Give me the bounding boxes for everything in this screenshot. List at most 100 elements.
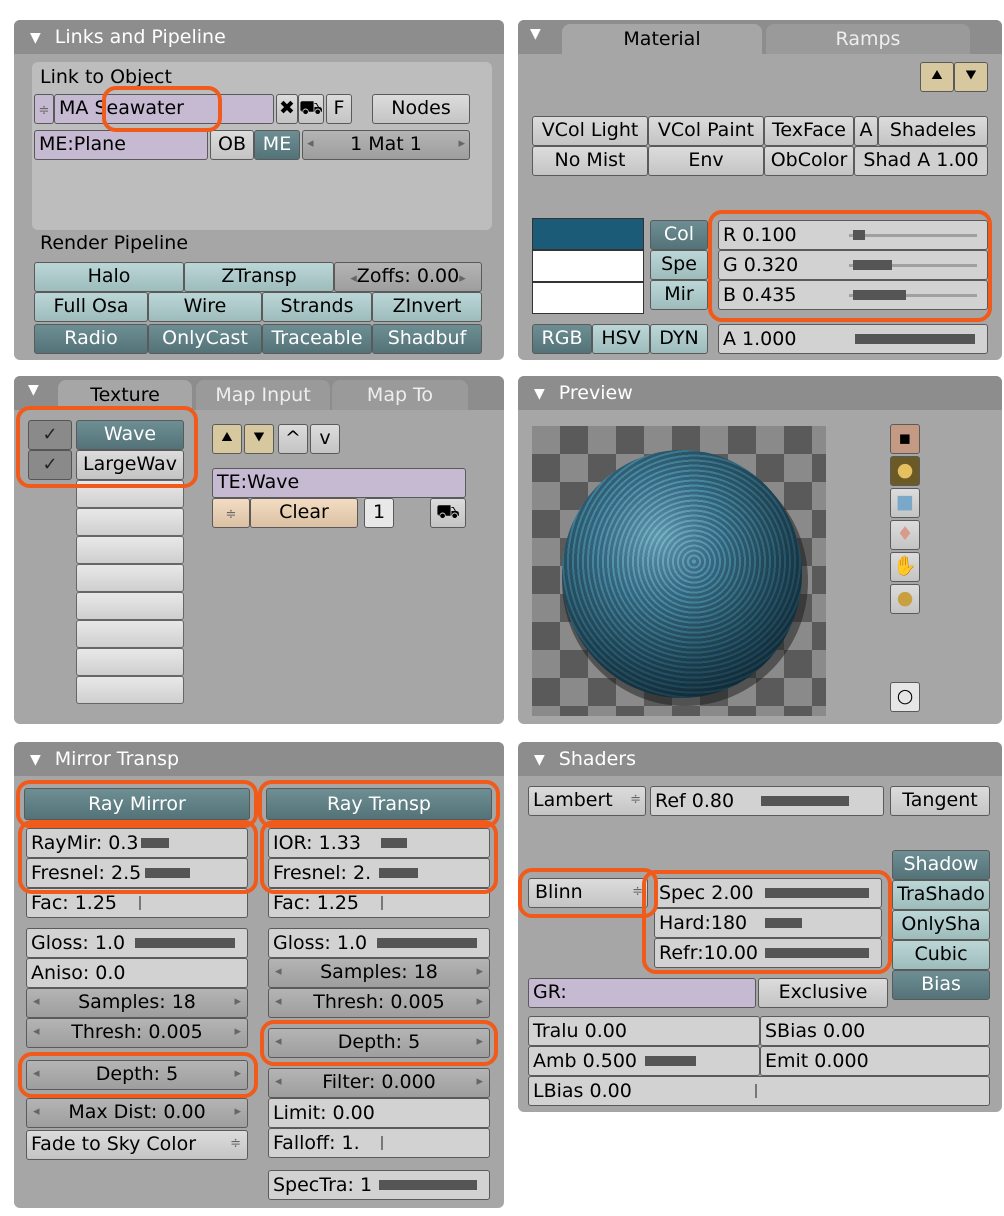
texture-browse-button[interactable]: ≑: [212, 498, 250, 528]
preview-monkey-button[interactable]: ♦: [890, 520, 920, 550]
left-arrow-icon[interactable]: ◂: [269, 1069, 282, 1095]
shadeless-button[interactable]: Shadeles: [878, 116, 988, 146]
users-count[interactable]: 1: [364, 498, 394, 528]
left-arrow-icon[interactable]: ◂: [27, 1061, 40, 1087]
full-osa-button[interactable]: Full Osa: [34, 292, 148, 322]
thresh-transp-field[interactable]: ◂ Thresh: 0.005 ▸: [268, 988, 490, 1018]
tab-ramps[interactable]: Ramps: [766, 24, 970, 54]
diffuse-shader-select[interactable]: Lambert ≑: [528, 786, 646, 816]
right-arrow-icon[interactable]: ▸: [234, 1019, 247, 1045]
clear-button[interactable]: Clear: [250, 498, 358, 528]
right-arrow-icon[interactable]: ▸: [234, 989, 247, 1015]
col-swatch[interactable]: [532, 218, 644, 250]
texture-slot-empty[interactable]: [76, 564, 184, 592]
gloss-mirror-slider[interactable]: Gloss: 1.0: [26, 928, 248, 958]
move-down-button[interactable]: v: [310, 424, 340, 454]
left-arrow-icon[interactable]: ◂: [303, 131, 314, 157]
refr-slider[interactable]: Refr:10.00: [654, 938, 882, 968]
onlyshadow-button[interactable]: OnlySha: [892, 910, 990, 940]
fresnel-mirror-slider[interactable]: Fresnel: 2.5: [26, 858, 248, 888]
b-slider[interactable]: B 0.435: [718, 280, 988, 310]
f-button[interactable]: F: [326, 94, 352, 124]
exclusive-button[interactable]: Exclusive: [758, 978, 888, 1008]
left-arrow-icon[interactable]: ◂: [27, 989, 40, 1015]
collapse-triangle-icon[interactable]: ▼: [28, 382, 39, 398]
paste-down-button[interactable]: ⯆: [244, 424, 274, 454]
left-arrow-icon[interactable]: ◂: [269, 989, 282, 1015]
collapse-triangle-icon[interactable]: ▼: [534, 377, 545, 411]
zinvert-button[interactable]: ZInvert: [372, 292, 482, 322]
texture-slot-empty[interactable]: [76, 536, 184, 564]
texture-slot-2[interactable]: LargeWav: [76, 450, 184, 480]
col-button[interactable]: Col: [650, 220, 708, 250]
env-button[interactable]: Env: [648, 146, 764, 176]
radio-button[interactable]: Radio: [34, 324, 148, 354]
mir-button[interactable]: Mir: [650, 280, 708, 310]
ref-slider[interactable]: Ref 0.80: [650, 786, 884, 816]
thresh-mirror-field[interactable]: ◂ Thresh: 0.005 ▸: [26, 1018, 248, 1048]
nodes-button[interactable]: Nodes: [372, 94, 470, 124]
mat-index-field[interactable]: ◂ 1 Mat 1 ▸: [302, 130, 470, 160]
right-arrow-icon[interactable]: ▸: [234, 1099, 247, 1125]
aniso-slider[interactable]: Aniso: 0.0: [26, 958, 248, 988]
rgb-button[interactable]: RGB: [532, 324, 592, 354]
filter-field[interactable]: ◂ Filter: 0.000 ▸: [268, 1068, 490, 1098]
ob-button[interactable]: OB: [210, 130, 254, 160]
left-arrow-icon[interactable]: ◂: [27, 1099, 40, 1125]
preview-header[interactable]: ▼ Preview: [518, 376, 1002, 410]
texture-slot-empty[interactable]: [76, 480, 184, 508]
shadbuf-button[interactable]: Shadbuf: [372, 324, 482, 354]
texture-slot-empty[interactable]: [76, 508, 184, 536]
right-arrow-icon[interactable]: ▸: [476, 1029, 489, 1055]
emit-slider[interactable]: Emit 0.000: [760, 1046, 990, 1076]
spe-swatch[interactable]: [532, 250, 644, 282]
depth-mirror-field[interactable]: ◂ Depth: 5 ▸: [26, 1060, 248, 1090]
shadow-button[interactable]: Shadow: [892, 850, 990, 880]
hard-slider[interactable]: Hard:180: [654, 908, 882, 938]
ray-transp-button[interactable]: Ray Transp: [266, 788, 492, 820]
material-browse-button[interactable]: ≑: [34, 94, 54, 124]
texture-name-field[interactable]: TE:Wave: [212, 468, 466, 498]
collapse-triangle-icon[interactable]: ▼: [530, 26, 541, 42]
falloff-slider[interactable]: Falloff: 1.: [268, 1128, 490, 1158]
tralu-slider[interactable]: Tralu 0.00: [528, 1016, 760, 1046]
traceable-button[interactable]: Traceable: [262, 324, 372, 354]
right-arrow-icon[interactable]: ▸: [458, 131, 469, 157]
fac-mirror-slider[interactable]: Fac: 1.25: [26, 888, 248, 918]
spec-shader-select[interactable]: Blinn ≑: [528, 878, 648, 908]
links-pipeline-header[interactable]: ▼ Links and Pipeline: [14, 20, 504, 54]
amb-slider[interactable]: Amb 0.500: [528, 1046, 760, 1076]
copy-up-button[interactable]: ⯅: [212, 424, 242, 454]
right-arrow-icon[interactable]: ▸: [234, 1061, 247, 1087]
texface-button[interactable]: TexFace: [764, 116, 854, 146]
samples-mirror-field[interactable]: ◂ Samples: 18 ▸: [26, 988, 248, 1018]
mir-swatch[interactable]: [532, 282, 644, 314]
trashadow-button[interactable]: TraShado: [892, 880, 990, 910]
paste-down-button[interactable]: ⯆: [954, 62, 988, 92]
r-slider[interactable]: R 0.100: [718, 220, 988, 250]
bias-button[interactable]: Bias: [892, 970, 990, 1000]
left-arrow-icon[interactable]: ◂: [27, 1019, 40, 1045]
texture-slot-empty[interactable]: [76, 620, 184, 648]
collapse-triangle-icon[interactable]: ▼: [30, 21, 41, 55]
tab-map-input[interactable]: Map Input: [196, 380, 330, 410]
fac-transp-slider[interactable]: Fac: 1.25: [268, 888, 490, 918]
mirror-transp-header[interactable]: ▼ Mirror Transp: [14, 742, 504, 776]
fade-to-sky-select[interactable]: Fade to Sky Color ≑: [26, 1130, 248, 1160]
left-arrow-icon[interactable]: ◂: [269, 959, 282, 985]
ztransp-button[interactable]: ZTransp: [184, 262, 334, 292]
preview-plane-button[interactable]: ▪: [890, 424, 920, 454]
texture-enable-check-2[interactable]: ✓: [28, 450, 72, 480]
fake-user-button[interactable]: ⛟: [298, 94, 324, 124]
move-up-button[interactable]: ^: [278, 424, 308, 454]
texture-slot-1[interactable]: Wave: [76, 420, 184, 450]
mesh-name-field[interactable]: ME:Plane: [34, 130, 208, 160]
g-slider[interactable]: G 0.320: [718, 250, 988, 280]
ray-mirror-button[interactable]: Ray Mirror: [24, 788, 250, 820]
obcolor-button[interactable]: ObColor: [764, 146, 854, 176]
texture-slot-empty[interactable]: [76, 648, 184, 676]
gloss-transp-slider[interactable]: Gloss: 1.0: [268, 928, 490, 958]
texture-slot-empty[interactable]: [76, 592, 184, 620]
tab-texture[interactable]: Texture: [58, 380, 192, 410]
limit-slider[interactable]: Limit: 0.00: [268, 1098, 490, 1128]
